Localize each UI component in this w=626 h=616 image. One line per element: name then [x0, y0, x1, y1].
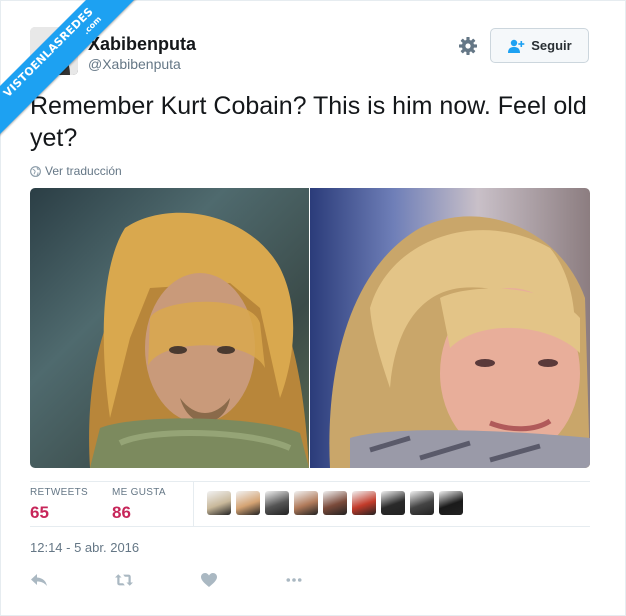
watermark-ribbon: VISTOENLASREDES .com: [0, 0, 150, 150]
like-button[interactable]: [200, 569, 285, 591]
liker-avatar[interactable]: [410, 491, 434, 515]
retweets-label: RETWEETS: [30, 487, 88, 498]
retweets-count: 65: [30, 503, 49, 522]
tweet-media: [30, 188, 590, 468]
stats-divider: [193, 482, 194, 526]
photo-portrait-man: [89, 212, 309, 468]
more-icon: [286, 578, 302, 582]
tweet-actions: [30, 569, 370, 591]
liker-avatar[interactable]: [352, 491, 376, 515]
follow-button[interactable]: Seguir: [490, 28, 589, 63]
heart-icon: [201, 573, 217, 587]
add-user-icon: [508, 39, 525, 53]
translate-link[interactable]: Ver traducción: [30, 164, 122, 178]
tweet-stats: RETWEETS 65 ME GUSTA 86: [30, 481, 590, 527]
retweets-stat[interactable]: RETWEETS 65: [30, 487, 88, 523]
tweet-photo-1[interactable]: [30, 188, 309, 468]
likes-label: ME GUSTA: [112, 487, 166, 498]
liker-avatar[interactable]: [381, 491, 405, 515]
translate-label: Ver traducción: [45, 164, 122, 178]
watermark-banner: VISTOENLASREDES .com: [0, 0, 140, 144]
reply-button[interactable]: [30, 569, 115, 591]
liker-avatars: [207, 491, 463, 515]
retweet-icon: [115, 574, 133, 586]
gear-icon[interactable]: [458, 36, 478, 56]
globe-icon: [30, 165, 41, 177]
follow-button-label: Seguir: [531, 38, 572, 53]
watermark-text: VISTOENLASREDES: [0, 4, 96, 100]
more-button[interactable]: [285, 569, 370, 591]
likes-count: 86: [112, 503, 131, 522]
reply-icon: [31, 574, 47, 586]
liker-avatar[interactable]: [323, 491, 347, 515]
photo-portrait-woman: [329, 216, 590, 468]
tweet-photo-2[interactable]: [310, 188, 590, 468]
liker-avatar[interactable]: [207, 491, 231, 515]
liker-avatar[interactable]: [294, 491, 318, 515]
liker-avatar[interactable]: [236, 491, 260, 515]
liker-avatar[interactable]: [439, 491, 463, 515]
retweet-button[interactable]: [115, 569, 200, 591]
likes-stat[interactable]: ME GUSTA 86: [112, 487, 166, 523]
liker-avatar[interactable]: [265, 491, 289, 515]
tweet-timestamp[interactable]: 12:14 - 5 abr. 2016: [30, 540, 139, 555]
